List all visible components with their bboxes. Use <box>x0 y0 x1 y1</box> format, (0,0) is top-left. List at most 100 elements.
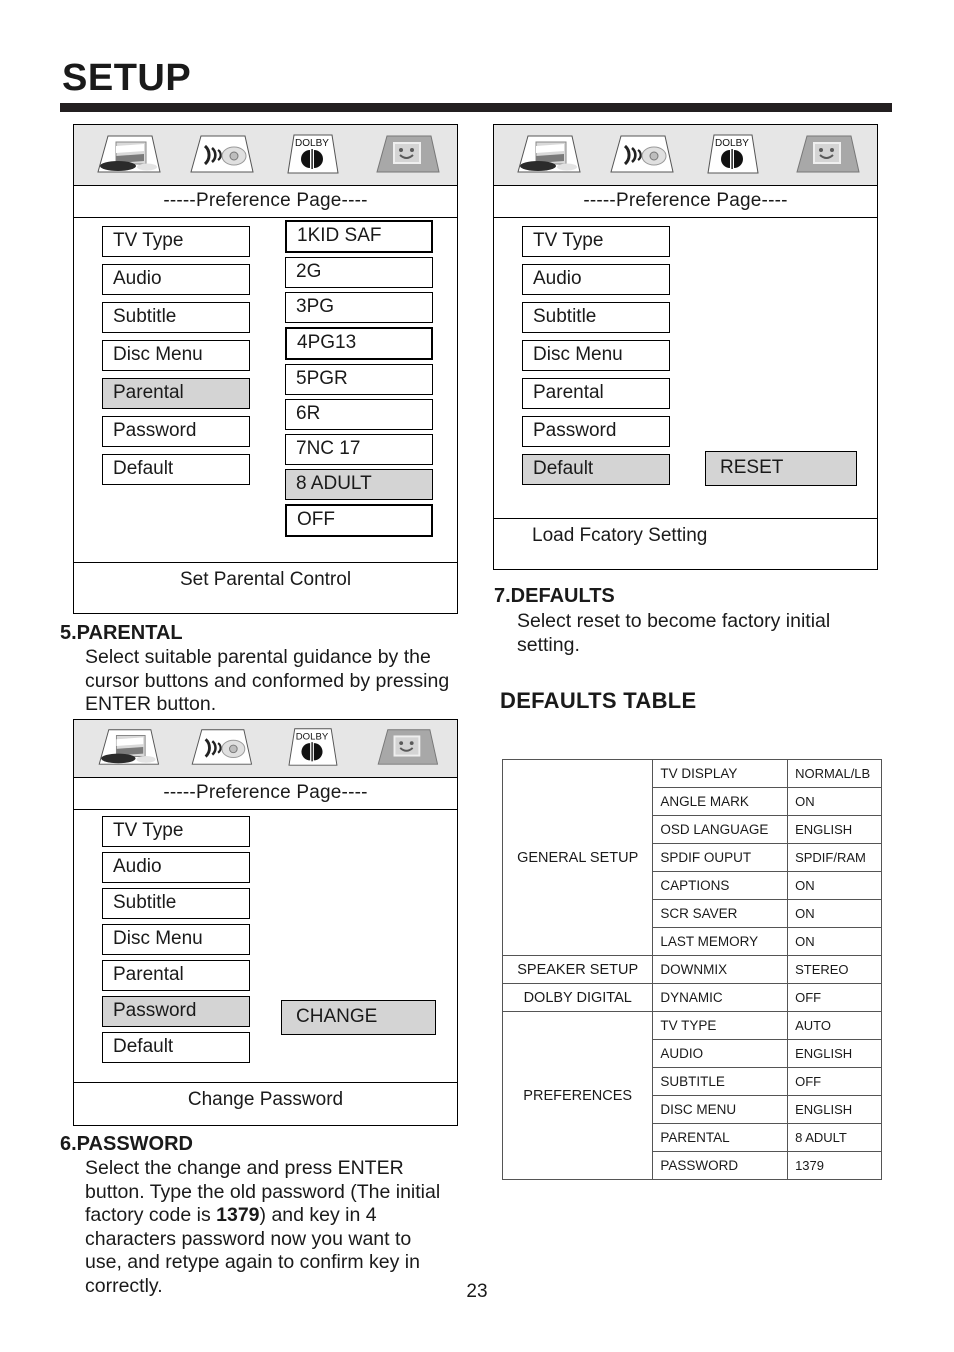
osd-panel-defaults: DOLBY -----Preference Page---- TV Type A… <box>493 124 878 570</box>
tv-monitor-icon[interactable] <box>90 724 162 773</box>
speaker-icon[interactable] <box>183 724 255 773</box>
option-off[interactable]: OFF <box>285 504 433 537</box>
menu-item-parental[interactable]: Parental <box>102 378 250 409</box>
svg-text:DOLBY: DOLBY <box>296 731 329 742</box>
table-key: TV DISPLAY <box>652 759 789 788</box>
table-key: TV TYPE <box>652 1011 789 1040</box>
option-5pgr[interactable]: 5PGR <box>285 364 433 395</box>
menu-item-password[interactable]: Password <box>102 416 250 447</box>
page-title: SETUP <box>62 57 192 99</box>
osd-title-defaults: -----Preference Page---- <box>494 186 877 218</box>
osd-title-parental: -----Preference Page---- <box>74 186 457 218</box>
table-value: ON <box>787 787 882 816</box>
table-value: ENGLISH <box>787 815 882 844</box>
osd-title-password: -----Preference Page---- <box>74 778 457 810</box>
section-body-parental: Select suitable parental guidance by the… <box>85 646 450 715</box>
svg-text:DOLBY: DOLBY <box>715 138 749 149</box>
section-body-defaults: Select reset to become factory initial s… <box>517 610 831 656</box>
option-2g[interactable]: 2G <box>285 257 433 288</box>
osd-panel-password: DOLBY -----Preference Page---- TV Type A… <box>73 719 458 1126</box>
option-4pg13[interactable]: 4PG13 <box>285 327 433 360</box>
table-key: SUBTITLE <box>652 1067 789 1096</box>
table-value: ENGLISH <box>787 1039 882 1068</box>
table-value: STEREO <box>787 955 882 984</box>
preferences-face-icon[interactable] <box>369 130 441 181</box>
option-7nc-17[interactable]: 7NC 17 <box>285 434 433 465</box>
table-row: GENERAL SETUP TV DISPLAY NORMAL/LB <box>501 759 882 956</box>
table-key: SCR SAVER <box>652 899 789 928</box>
dolby-icon[interactable]: DOLBY <box>276 723 348 774</box>
table-key: AUDIO <box>652 1039 789 1068</box>
osd-footer-parental: Set Parental Control <box>74 562 457 598</box>
dolby-icon[interactable]: DOLBY <box>276 129 348 182</box>
section-heading-defaults: 7.DEFAULTS <box>494 585 615 607</box>
section-body-password: Select the change and press ENTER button… <box>85 1157 453 1298</box>
menu-item-disc-menu[interactable]: Disc Menu <box>522 340 670 371</box>
table-key: OSD LANGUAGE <box>652 815 789 844</box>
preferences-face-icon[interactable] <box>789 130 861 181</box>
table-value: ON <box>787 871 882 900</box>
menu-item-default[interactable]: Default <box>522 454 670 485</box>
osd-icon-bar: DOLBY <box>74 720 457 778</box>
menu-item-subtitle[interactable]: Subtitle <box>522 302 670 333</box>
option-6r[interactable]: 6R <box>285 399 433 430</box>
table-key: CAPTIONS <box>652 871 789 900</box>
tv-monitor-icon[interactable] <box>90 130 162 181</box>
menu-item-tv-type[interactable]: TV Type <box>102 226 250 257</box>
defaults-table-heading: DEFAULTS TABLE <box>500 688 697 713</box>
table-value: ON <box>787 927 882 956</box>
table-value: OFF <box>787 1067 882 1096</box>
osd-panel-parental: DOLBY -----Preference Page---- TV Type A… <box>73 124 458 614</box>
reset-button[interactable]: RESET <box>705 451 857 486</box>
menu-item-tv-type[interactable]: TV Type <box>102 816 250 847</box>
table-group-preferences: PREFERENCES <box>501 1011 654 1180</box>
table-value: NORMAL/LB <box>787 759 882 788</box>
menu-item-audio[interactable]: Audio <box>522 264 670 295</box>
table-value: AUTO <box>787 1011 882 1040</box>
option-1kid-saf[interactable]: 1KID SAF <box>285 220 433 253</box>
menu-item-parental[interactable]: Parental <box>102 960 250 991</box>
table-value: OFF <box>787 983 882 1012</box>
menu-item-tv-type[interactable]: TV Type <box>522 226 670 257</box>
svg-text:DOLBY: DOLBY <box>295 138 329 149</box>
tv-monitor-icon[interactable] <box>510 130 582 181</box>
menu-item-subtitle[interactable]: Subtitle <box>102 302 250 333</box>
table-group-speaker-setup: SPEAKER SETUP <box>501 955 654 984</box>
preferences-face-icon[interactable] <box>369 724 441 773</box>
menu-item-parental[interactable]: Parental <box>522 378 670 409</box>
speaker-icon[interactable] <box>603 130 675 181</box>
section-heading-parental: 5.PARENTAL <box>60 622 183 644</box>
table-key: PARENTAL <box>652 1123 789 1152</box>
table-group-dolby-digital: DOLBY DIGITAL <box>501 983 654 1012</box>
menu-item-audio[interactable]: Audio <box>102 852 250 883</box>
table-key: PASSWORD <box>652 1151 789 1180</box>
menu-item-password[interactable]: Password <box>102 996 250 1027</box>
table-key: ANGLE MARK <box>652 787 789 816</box>
table-value: SPDIF/RAM <box>787 843 882 872</box>
option-3pg[interactable]: 3PG <box>285 292 433 323</box>
menu-item-password[interactable]: Password <box>522 416 670 447</box>
password-factory-code: 1379 <box>216 1204 260 1226</box>
menu-item-default[interactable]: Default <box>102 1032 250 1063</box>
title-divider <box>60 103 892 112</box>
table-group-general-setup: GENERAL SETUP <box>501 759 654 956</box>
change-button[interactable]: CHANGE <box>281 1000 436 1035</box>
osd-icon-bar: DOLBY <box>74 125 457 186</box>
menu-item-subtitle[interactable]: Subtitle <box>102 888 250 919</box>
table-key: SPDIF OUPUT <box>652 843 789 872</box>
dolby-icon[interactable]: DOLBY <box>696 129 768 182</box>
menu-item-disc-menu[interactable]: Disc Menu <box>102 924 250 955</box>
defaults-table: GENERAL SETUP TV DISPLAY NORMAL/LB ANGLE… <box>501 759 882 1180</box>
table-key: LAST MEMORY <box>652 927 789 956</box>
table-row: SPEAKER SETUP DOWNMIX STEREO <box>501 955 882 984</box>
speaker-icon[interactable] <box>183 130 255 181</box>
table-value: ON <box>787 899 882 928</box>
menu-item-disc-menu[interactable]: Disc Menu <box>102 340 250 371</box>
table-row: DOLBY DIGITAL DYNAMIC OFF <box>501 983 882 1012</box>
osd-footer-defaults: Load Fcatory Setting <box>494 518 877 554</box>
menu-item-audio[interactable]: Audio <box>102 264 250 295</box>
option-8-adult[interactable]: 8 ADULT <box>285 469 433 500</box>
page-number: 23 <box>466 1281 488 1302</box>
table-row: PREFERENCES TV TYPE AUTO <box>501 1011 882 1180</box>
menu-item-default[interactable]: Default <box>102 454 250 485</box>
